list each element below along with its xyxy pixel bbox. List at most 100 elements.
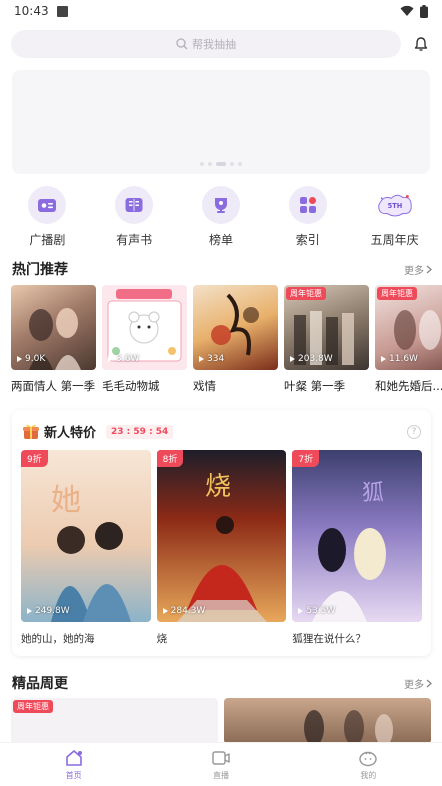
live-icon bbox=[212, 750, 230, 765]
more-link[interactable]: 更多 bbox=[404, 676, 432, 691]
weekly-item[interactable] bbox=[224, 698, 431, 744]
tab-home[interactable]: 首页 bbox=[44, 749, 104, 781]
promo-item[interactable]: 狐 7折 53.5W 狐狸在说什么？ bbox=[292, 450, 423, 646]
svg-text:烧: 烧 bbox=[205, 472, 231, 502]
hot-item-title: 和她先婚后... bbox=[375, 379, 442, 393]
cover-image: 烧 8折 284.3W bbox=[156, 450, 287, 622]
discount-badge: 8折 bbox=[156, 450, 184, 467]
gift-icon bbox=[23, 424, 39, 439]
hot-item-title: 毛毛动物城 bbox=[102, 379, 160, 393]
hot-item-title: 戏情 bbox=[193, 379, 216, 393]
cover-image: 她 9折 249.8W bbox=[21, 450, 151, 622]
category-radio-drama[interactable]: 广播剧 bbox=[12, 186, 82, 248]
bottom-tab-bar: 首页 直播 我的 bbox=[0, 742, 442, 786]
category-nav: 广播剧 有声书 榜单 索引 5TH 五周年庆 bbox=[0, 186, 442, 248]
cover-image: 周年钜惠 203.8W bbox=[284, 285, 369, 370]
home-icon bbox=[65, 749, 82, 766]
tab-label: 我的 bbox=[360, 770, 377, 780]
promo-item[interactable]: 烧 8折 284.3W 烧 bbox=[156, 450, 287, 646]
cover-image: 334 bbox=[193, 285, 278, 370]
wifi-icon bbox=[400, 5, 414, 16]
status-bar: 10:43 bbox=[0, 0, 442, 22]
anniversary-tag: 周年钜惠 bbox=[13, 700, 53, 713]
hot-item[interactable]: 周年钜惠 11.6W 和她先婚后... bbox=[375, 285, 442, 394]
category-ranking[interactable]: 榜单 bbox=[186, 186, 256, 248]
ranking-icon bbox=[201, 186, 240, 224]
section-title: 热门推荐 bbox=[12, 262, 68, 278]
category-label: 广播剧 bbox=[29, 233, 66, 247]
play-count: 11.6W bbox=[381, 354, 418, 364]
play-count: 334 bbox=[199, 354, 224, 364]
more-label: 更多 bbox=[404, 679, 424, 691]
profile-icon bbox=[359, 751, 378, 766]
carousel-indicator bbox=[200, 162, 242, 166]
promo-item[interactable]: 她 9折 249.8W 她的山，她的海 bbox=[21, 450, 151, 646]
tab-label: 首页 bbox=[65, 770, 82, 780]
more-label: 更多 bbox=[404, 265, 424, 277]
play-count: 3.6W bbox=[108, 354, 139, 364]
hot-item[interactable]: 3.6W 毛毛动物城 bbox=[102, 285, 187, 394]
status-right bbox=[400, 4, 428, 18]
promo-header: 新人特价 23 : 59 : 54 ? bbox=[22, 422, 421, 441]
weekly-list: 周年钜惠 bbox=[11, 698, 431, 744]
chevron-right-icon bbox=[426, 265, 432, 273]
search-input[interactable]: 帮我抽抽 bbox=[11, 30, 401, 58]
new-user-promo-card: 新人特价 23 : 59 : 54 ? 她 9折 249.8W 她的山，她的海 … bbox=[12, 410, 431, 656]
promo-item-title: 狐狸在说什么？ bbox=[292, 633, 366, 645]
play-count: 203.8W bbox=[290, 354, 333, 364]
discount-badge: 9折 bbox=[21, 450, 48, 467]
hot-section-header: 热门推荐 更多 bbox=[12, 259, 432, 279]
hot-item[interactable]: 334 戏情 bbox=[193, 285, 278, 394]
promo-title: 新人特价 bbox=[44, 426, 97, 441]
battery-icon bbox=[420, 4, 428, 18]
category-label: 有声书 bbox=[116, 233, 153, 247]
tab-live[interactable]: 直播 bbox=[191, 749, 251, 781]
notification-icon bbox=[56, 5, 68, 17]
search-placeholder: 帮我抽抽 bbox=[192, 38, 236, 51]
weekly-section-header: 精品周更 更多 bbox=[12, 673, 432, 693]
cover-image: 9.0K bbox=[11, 285, 96, 370]
tab-profile[interactable]: 我的 bbox=[338, 749, 398, 781]
svg-text:她: 她 bbox=[51, 483, 81, 518]
help-icon[interactable]: ? bbox=[407, 424, 421, 439]
svg-text:5TH: 5TH bbox=[387, 202, 402, 210]
radio-icon bbox=[28, 186, 67, 224]
more-link[interactable]: 更多 bbox=[404, 262, 432, 277]
banner-carousel[interactable] bbox=[12, 70, 430, 174]
cover-image: 3.6W bbox=[102, 285, 187, 370]
category-label: 索引 bbox=[295, 233, 320, 247]
category-anniversary[interactable]: 5TH 五周年庆 bbox=[360, 186, 430, 248]
svg-text:狐: 狐 bbox=[362, 481, 384, 506]
audiobook-icon bbox=[115, 186, 154, 224]
index-icon bbox=[288, 186, 327, 224]
hot-item-title: 叶粲 第一季 bbox=[284, 379, 346, 393]
bell-icon bbox=[414, 37, 428, 51]
section-title: 精品周更 bbox=[12, 676, 68, 692]
tab-label: 直播 bbox=[212, 770, 229, 780]
category-label: 五周年庆 bbox=[370, 233, 419, 247]
weekly-item[interactable]: 周年钜惠 bbox=[11, 698, 218, 744]
promo-item-title: 她的山，她的海 bbox=[21, 633, 95, 645]
cover-image: 周年钜惠 11.6W bbox=[375, 285, 442, 370]
status-time: 10:43 bbox=[14, 4, 49, 18]
anniversary-logo: 5TH bbox=[376, 186, 414, 224]
discount-badge: 7折 bbox=[292, 450, 320, 467]
play-count: 9.0K bbox=[17, 354, 45, 364]
category-index[interactable]: 索引 bbox=[273, 186, 343, 248]
play-count: 249.8W bbox=[27, 606, 70, 616]
play-count: 284.3W bbox=[162, 606, 205, 616]
hot-item[interactable]: 9.0K 两面情人 第一季 bbox=[11, 285, 96, 394]
cover-image: 狐 7折 53.5W bbox=[292, 450, 423, 622]
hot-item-title: 两面情人 第一季 bbox=[11, 379, 96, 393]
search-icon bbox=[176, 38, 188, 50]
countdown-timer: 23 : 59 : 54 bbox=[106, 424, 174, 439]
hot-item[interactable]: 周年钜惠 203.8W 叶粲 第一季 bbox=[284, 285, 369, 394]
hot-list: 9.0K 两面情人 第一季 3.6W 毛毛动物城 334 戏情 周年钜惠 203… bbox=[11, 285, 442, 394]
promo-list: 她 9折 249.8W 她的山，她的海 烧 8折 284.3W 烧 狐 7折 5… bbox=[21, 450, 423, 646]
status-left: 10:43 bbox=[14, 4, 68, 18]
category-audiobook[interactable]: 有声书 bbox=[99, 186, 169, 248]
promo-item-title: 烧 bbox=[156, 633, 168, 645]
category-label: 榜单 bbox=[208, 233, 233, 247]
notification-bell-button[interactable] bbox=[411, 34, 431, 54]
anniversary-tag: 周年钜惠 bbox=[286, 287, 326, 300]
